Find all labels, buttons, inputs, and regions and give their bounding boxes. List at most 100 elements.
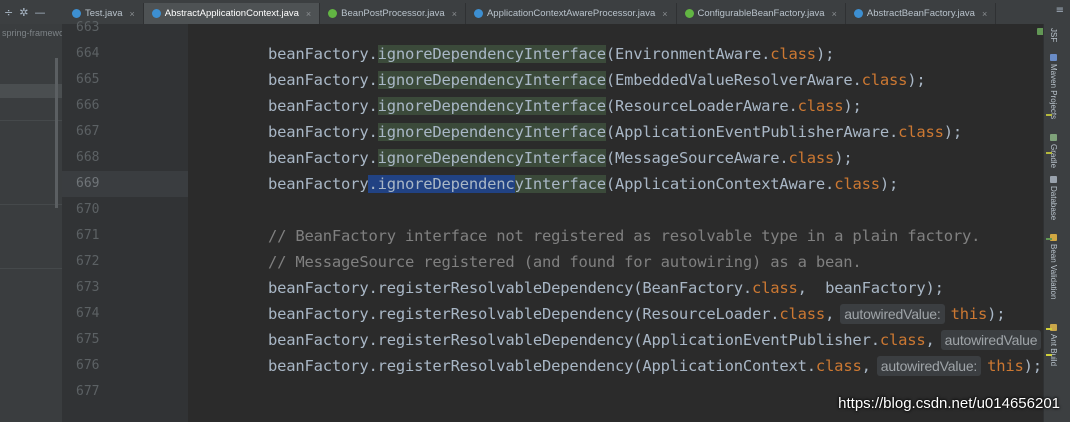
code-token: class — [898, 123, 944, 141]
code-line[interactable]: beanFactory.registerResolvableDependency… — [268, 275, 944, 301]
code-token: beanFactory — [268, 175, 369, 193]
parameter-hint: autowiredValue — [940, 330, 1042, 350]
change-marker[interactable] — [1046, 238, 1052, 240]
tab-applicationcontextawareprocessor[interactable]: ApplicationContextAwareProcessor.java × — [466, 3, 677, 24]
code-token: beanFactory.registerResolvableDependency… — [268, 279, 752, 297]
project-tree-row[interactable] — [0, 204, 62, 205]
code-token: beanFactory. — [268, 123, 378, 141]
code-token: , — [861, 357, 871, 375]
code-token: class — [861, 71, 908, 89]
tool-tab-ant-build[interactable]: Ant Build — [1049, 324, 1058, 366]
line-number: 674 — [76, 306, 100, 321]
line-number: 673 — [76, 280, 100, 295]
editor-tabs: Test.java × AbstractApplicationContext.jav… — [64, 3, 997, 24]
line-number: 676 — [76, 358, 100, 373]
code-line[interactable]: beanFactory.ignoreDependencyInterface(Ap… — [268, 119, 962, 145]
change-marker[interactable] — [1046, 114, 1052, 116]
line-number: 667 — [76, 124, 100, 139]
tool-tab-label: Gradle — [1049, 144, 1058, 169]
line-number-gutter: 663 664 665 666 667 668 669 670 671 672 673 674 675 6… — [62, 20, 189, 422]
project-tree-row[interactable] — [0, 268, 62, 269]
code-line[interactable]: beanFactory.ignoreDependencyInterface(Re… — [268, 93, 862, 119]
code-token: class — [815, 357, 862, 375]
code-comment: // MessageSource registered (and found f… — [268, 253, 862, 271]
project-panel: spring-framewo — [0, 24, 63, 422]
code-token: beanFactory.registerResolvableDependency… — [268, 305, 780, 323]
line-number: 668 — [76, 150, 100, 165]
code-token: ); — [843, 97, 862, 115]
code-token: this — [987, 357, 1024, 375]
change-marker[interactable] — [1046, 328, 1052, 330]
code-line[interactable]: // MessageSource registered (and found f… — [268, 249, 862, 275]
line-number: 672 — [76, 254, 100, 269]
java-class-icon — [853, 9, 863, 18]
code-token: ignoreDependencyInterface — [377, 149, 606, 167]
code-token: beanFactory. — [268, 149, 378, 167]
code-token: , — [925, 331, 935, 349]
project-scrollbar[interactable] — [55, 58, 58, 208]
code-editor[interactable]: beanFactory.ignoreDependencyInterface(En… — [188, 24, 1044, 422]
code-token: beanFactory.registerResolvableDependency… — [268, 357, 816, 375]
tab-label: AbstractBeanFactory.java — [866, 8, 975, 19]
code-token: ignoreDependencyInterface — [377, 97, 606, 115]
close-icon[interactable]: × — [982, 9, 987, 19]
code-line[interactable]: beanFactory.ignoreDependencyInterface(Me… — [268, 145, 853, 171]
code-token: class — [797, 97, 844, 115]
code-token: beanFactory. — [268, 97, 378, 115]
code-token: ignoreDependencyInterface — [377, 71, 606, 89]
code-line[interactable]: // BeanFactory interface not registered … — [268, 223, 980, 249]
code-token: class — [752, 279, 798, 297]
tab-label: ConfigurableBeanFactory.java — [697, 8, 825, 19]
code-line[interactable]: beanFactory.ignoreDependencyInterface(Em… — [268, 67, 926, 93]
change-marker[interactable] — [1046, 354, 1052, 356]
java-class-icon — [684, 9, 694, 18]
change-marker[interactable] — [1046, 152, 1052, 154]
close-icon[interactable]: × — [662, 9, 667, 19]
tab-beanpostprocessor[interactable]: BeanPostProcessor.java × — [320, 3, 466, 24]
close-icon[interactable]: × — [306, 9, 311, 19]
project-tree-row[interactable] — [0, 120, 62, 121]
parameter-hint: autowiredValue: — [840, 304, 945, 324]
code-comment: // BeanFactory interface not registered … — [268, 227, 981, 245]
tab-abstractbeanfactory[interactable]: AbstractBeanFactory.java × — [846, 3, 997, 24]
tab-configurablebeanfactory[interactable]: ConfigurableBeanFactory.java × — [677, 3, 846, 24]
parameter-hint: autowiredValue: — [876, 356, 982, 376]
hide-icon[interactable]: — — [34, 6, 45, 19]
code-line[interactable]: beanFactory.registerResolvableDependency… — [268, 327, 1044, 353]
tab-list-icon[interactable]: ≡ — [1056, 5, 1064, 16]
java-class-icon — [328, 9, 338, 18]
line-number: 664 — [76, 46, 100, 61]
code-token: ); — [834, 149, 853, 167]
line-number: 663 — [76, 20, 100, 35]
code-token: beanFactory. — [268, 71, 378, 89]
code-line[interactable]: beanFactory.registerResolvableDependency… — [268, 353, 1042, 379]
code-token: (EnvironmentAware. — [605, 45, 771, 63]
line-number: 670 — [76, 202, 100, 217]
tool-window-icon — [1049, 54, 1057, 61]
code-token: ignoreDependencyInterface — [377, 45, 606, 63]
tab-label: ApplicationContextAwareProcessor.java — [486, 8, 656, 19]
project-root-label[interactable]: spring-framewo — [2, 28, 62, 38]
tool-tab-bean-validation[interactable]: Bean Validation — [1049, 234, 1058, 299]
code-line[interactable]: beanFactory.registerResolvableDependency… — [268, 301, 1006, 327]
tool-tab-database[interactable]: Database — [1049, 176, 1058, 220]
close-icon[interactable]: × — [452, 9, 457, 19]
project-tree-selection[interactable] — [0, 84, 62, 98]
code-token: , — [825, 305, 835, 323]
code-line[interactable]: beanFactory.ignoreDependencyInterface(Ap… — [268, 171, 898, 197]
code-token: (ResourceLoaderAware. — [605, 97, 798, 115]
tool-tab-label: Maven Projects — [1049, 64, 1058, 120]
jsf-tab[interactable]: JSF — [1049, 28, 1058, 42]
code-token: class — [834, 175, 880, 193]
close-icon[interactable]: × — [832, 9, 837, 19]
code-line[interactable]: beanFactory.ignoreDependencyInterface(En… — [268, 41, 834, 67]
code-token: ); — [943, 123, 963, 141]
gear-icon[interactable]: ✲ — [19, 6, 28, 19]
code-token: this — [950, 305, 988, 323]
code-token: beanFactory.registerResolvableDependency… — [268, 331, 880, 349]
collapse-icon[interactable]: ÷ — [4, 6, 13, 19]
code-token: ); — [907, 71, 926, 89]
tool-tab-maven-projects[interactable]: Maven Projects — [1049, 54, 1058, 119]
code-token: ); — [879, 175, 899, 193]
tool-tab-gradle[interactable]: Gradle — [1049, 134, 1058, 168]
